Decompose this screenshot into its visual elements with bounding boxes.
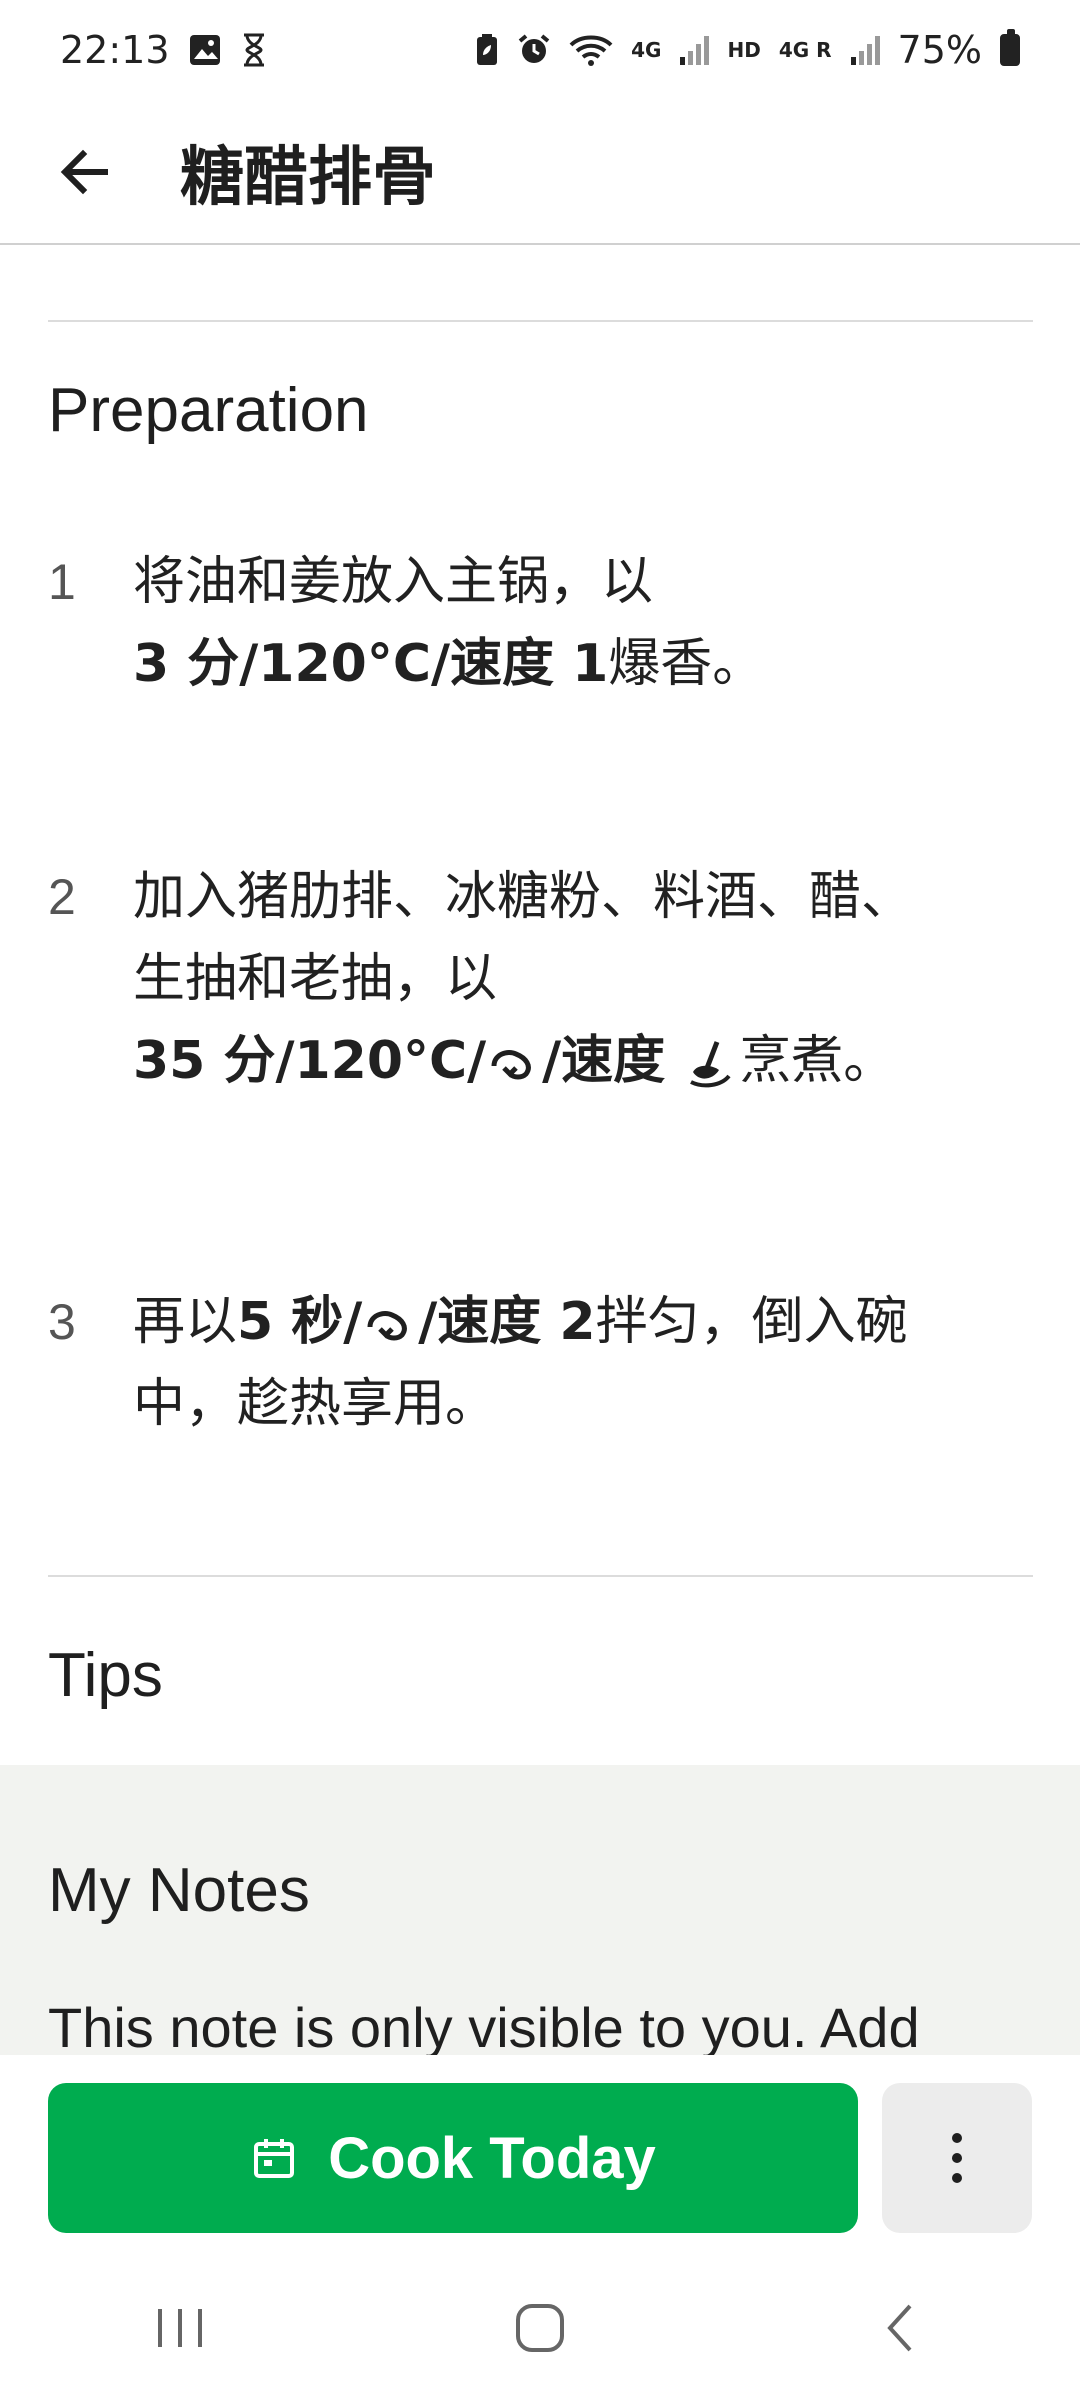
step-prefix: 再以 — [133, 1292, 238, 1352]
recent-apps-button[interactable] — [120, 2278, 240, 2378]
step-line: 3 分/120°C/速度 1爆香。 — [133, 609, 1033, 719]
notes-title: My Notes — [48, 1856, 310, 1925]
preparation-title: Preparation — [48, 376, 369, 445]
home-icon — [516, 2303, 564, 2352]
signal-icon — [679, 33, 710, 67]
step-settings: 5 秒/ — [237, 1292, 363, 1352]
step-speed: /速度 — [542, 1031, 684, 1091]
status-bar: 22:13 4G HD 4G R 75% — [0, 0, 1080, 100]
more-vertical-icon — [952, 2133, 962, 2183]
step-text: 再以5 秒//速度 2拌匀，倒入碗 中，趁热享用。 — [133, 1292, 1033, 1459]
step-speed: /速度 2 — [418, 1292, 596, 1352]
step-action: 拌匀，倒入碗 — [595, 1292, 908, 1352]
back-button[interactable] — [35, 122, 135, 222]
app-bar: 糖醋排骨 — [0, 100, 1080, 245]
reverse-blade-icon — [491, 1050, 532, 1080]
chevron-left-icon — [887, 2304, 912, 2351]
more-options-button[interactable] — [882, 2083, 1032, 2233]
notes-input[interactable]: This note is only visible to you. Add — [48, 1995, 920, 2055]
step-3: 3 再以5 秒//速度 2拌匀，倒入碗 中，趁热享用。 — [48, 1292, 1038, 1459]
hourglass-icon — [240, 33, 268, 67]
step-line: 35 分/120°C/ /速度 烹煮。 — [133, 1006, 1033, 1116]
recipe-content[interactable]: Preparation 1 将油和姜放入主锅，以 3 分/120°C/速度 1爆… — [0, 245, 1080, 2055]
tips-title[interactable]: Tips — [48, 1640, 163, 1711]
hd-indicator: HD — [727, 38, 761, 62]
wifi-icon — [569, 33, 613, 67]
action-bar: Cook Today — [0, 2055, 1080, 2255]
network-type-2: 4G R — [778, 38, 832, 62]
calendar-icon — [254, 2139, 295, 2178]
step-2: 2 加入猪肋排、冰糖粉、料酒、醋、 生抽和老抽，以 35 分/120°C//速度… — [48, 867, 1038, 1116]
cook-today-button[interactable]: Cook Today — [48, 2083, 858, 2233]
stir-spoon-icon — [690, 1041, 731, 1088]
step-number: 1 — [48, 554, 76, 610]
step-action: 爆香。 — [608, 634, 765, 694]
battery-icon — [1000, 29, 1020, 66]
status-time: 22:13 — [60, 28, 170, 72]
step-settings: 3 分/120°C/速度 1 — [133, 634, 609, 694]
step-action: 烹煮。 — [739, 1031, 896, 1091]
reverse-blade-icon — [367, 1311, 408, 1341]
step-text: 将油和姜放入主锅，以 3 分/120°C/速度 1爆香。 — [133, 552, 1033, 719]
nav-back-button[interactable] — [840, 2278, 960, 2378]
step-settings: 35 分/120°C/ — [133, 1031, 487, 1091]
page-title: 糖醋排骨 — [180, 140, 436, 215]
alarm-icon — [517, 33, 551, 67]
status-right: 4G HD 4G R 75% — [475, 28, 1020, 72]
cook-today-label: Cook Today — [328, 2125, 656, 2191]
step-text: 加入猪肋排、冰糖粉、料酒、醋、 生抽和老抽，以 35 分/120°C//速度 烹… — [133, 867, 1033, 1116]
step-1: 1 将油和姜放入主锅，以 3 分/120°C/速度 1爆香。 — [48, 552, 1038, 719]
network-type-1: 4G — [631, 38, 662, 62]
step-number: 3 — [48, 1294, 76, 1350]
divider — [48, 1575, 1033, 1577]
notes-section: My Notes This note is only visible to yo… — [0, 1765, 1080, 2055]
image-icon — [188, 33, 222, 67]
arrow-left-icon — [60, 149, 108, 194]
signal-icon-2 — [850, 33, 880, 67]
system-nav-bar — [0, 2255, 1080, 2400]
step-number: 2 — [48, 869, 76, 925]
battery-percent: 75% — [897, 28, 982, 72]
home-button[interactable] — [480, 2278, 600, 2378]
status-left: 22:13 — [60, 28, 268, 72]
battery-saver-icon — [475, 33, 499, 67]
recent-apps-icon — [158, 2308, 202, 2347]
divider — [48, 320, 1033, 322]
